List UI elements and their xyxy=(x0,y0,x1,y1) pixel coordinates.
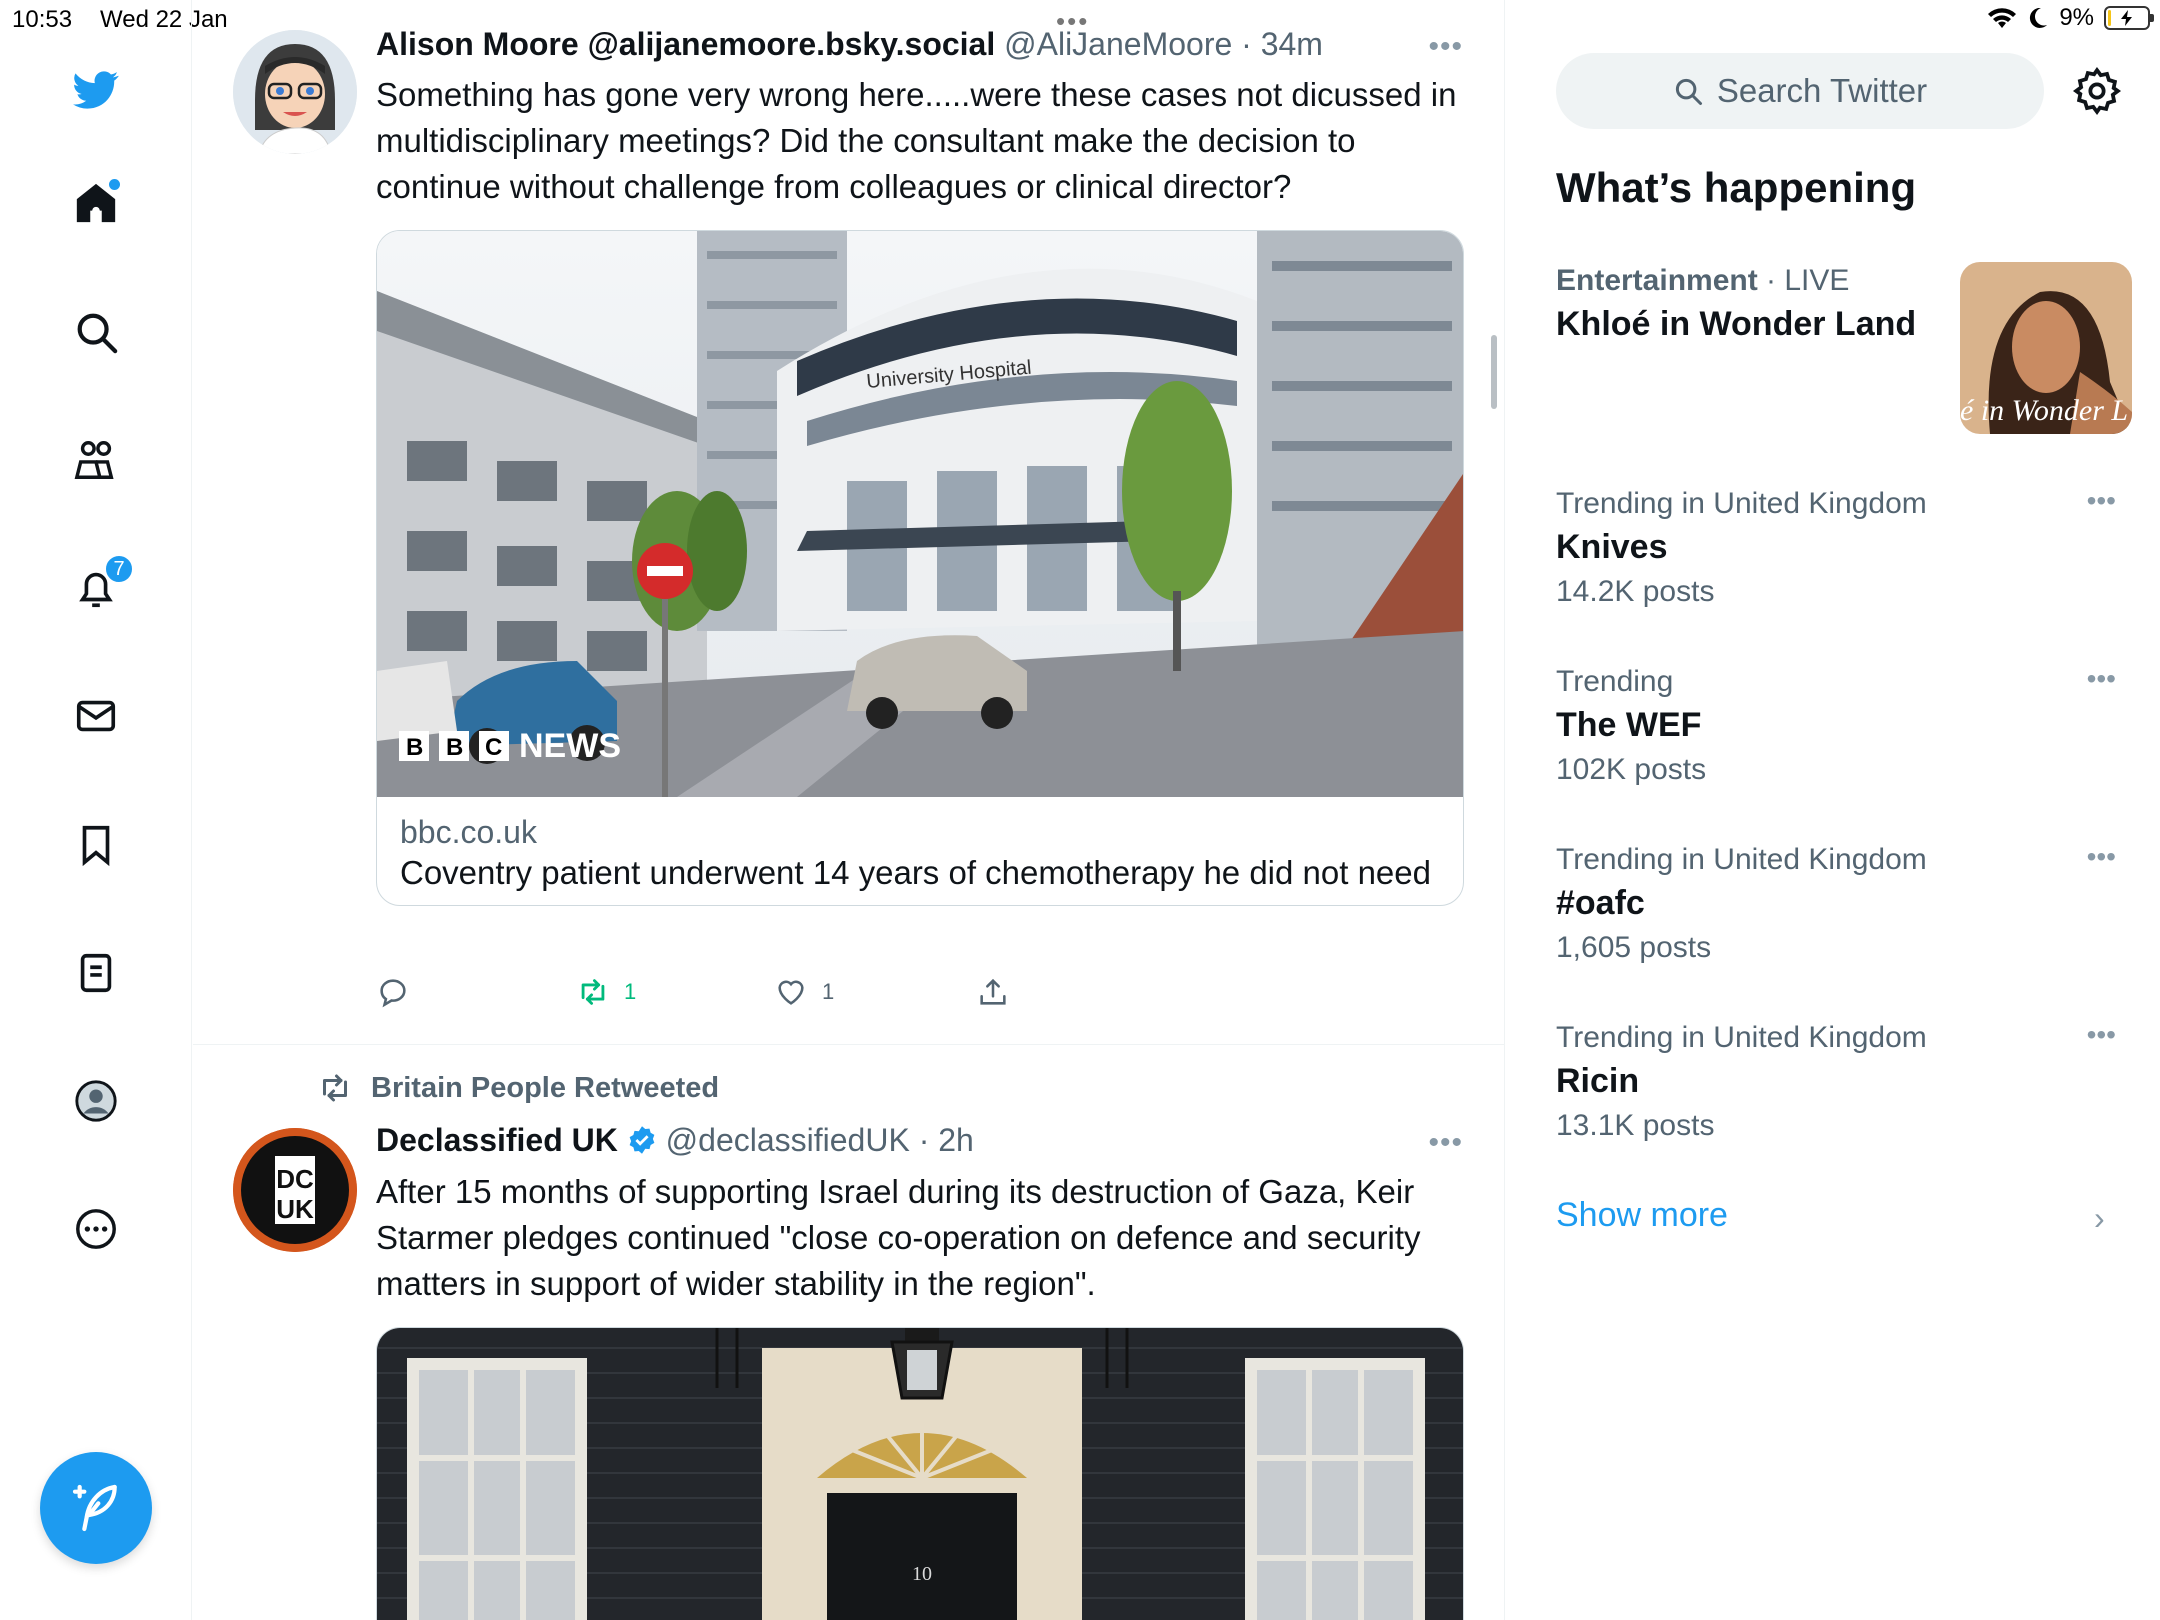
lists-icon[interactable] xyxy=(66,943,126,1003)
like-count: 1 xyxy=(822,979,835,1004)
share-icon xyxy=(980,978,1006,1005)
trend-thumbnail-image: é in Wonder L xyxy=(1960,262,2132,434)
search-placeholder: Search Twitter xyxy=(1716,72,1928,109)
home-unread-dot xyxy=(109,179,120,190)
link-preview-text: bbc.co.uk Coventry patient underwent 14 … xyxy=(377,797,1463,905)
svg-text:UK: UK xyxy=(276,1194,314,1224)
profile-icon[interactable] xyxy=(66,1071,126,1131)
notifications-badge: 7 xyxy=(104,554,134,584)
trend-more-icon[interactable]: ••• xyxy=(2087,841,2116,873)
trend-category: Trending in United Kingdom xyxy=(1556,843,1927,876)
trend-more-icon[interactable]: ••• xyxy=(2087,1019,2116,1051)
trend-item-oafc[interactable]: Trending in United Kingdom #oafc 1,605 p… xyxy=(1556,841,2116,969)
tweet-author-handle[interactable]: @AliJaneMoore xyxy=(1004,26,1232,62)
retweet-context: Britain People Retweeted xyxy=(317,1070,719,1106)
door-number-text: 10 xyxy=(912,1563,932,1585)
svg-text:C: C xyxy=(485,734,502,761)
reply-icon xyxy=(380,979,406,1008)
trend-item-knives[interactable]: Trending in United Kingdom Knives 14.2K … xyxy=(1556,485,2116,613)
tweet-author-handle[interactable]: @declassifiedUK xyxy=(666,1122,910,1158)
tweet-timestamp[interactable]: · 2h xyxy=(919,1122,974,1158)
whats-happening-title: What’s happening xyxy=(1556,164,1917,211)
cartoon-avatar-image xyxy=(233,30,357,154)
svg-text:B: B xyxy=(446,734,463,761)
retweet-button[interactable]: 1 xyxy=(576,975,636,1009)
gear-icon[interactable] xyxy=(2072,66,2122,116)
trend-item-wef[interactable]: Trending The WEF 102K posts ••• xyxy=(1556,663,2116,791)
timeline-feed[interactable]: Alison Moore @alijanemoore.bsky.social @… xyxy=(193,0,1505,1620)
feed-scrollbar[interactable] xyxy=(1491,335,1497,409)
retweet-icon xyxy=(581,979,605,1005)
trend-thumbnail-text: é in Wonder L xyxy=(1960,394,2128,427)
trend-item-ricin[interactable]: Trending in United Kingdom Ricin 13.1K p… xyxy=(1556,1019,2116,1147)
trend-more-icon[interactable]: ••• xyxy=(2087,663,2116,695)
compose-feather-icon xyxy=(72,1484,117,1532)
tweet-author-avatar[interactable] xyxy=(233,30,357,154)
trend-name: #oafc xyxy=(1556,884,1645,922)
tweet-text: After 15 months of supporting Israel dur… xyxy=(376,1173,1421,1302)
tweet-author-name[interactable]: Alison Moore @alijanemoore.bsky.social xyxy=(376,26,995,62)
tweet-actions: 1 1 xyxy=(376,975,1076,1015)
trend-item-khloe[interactable]: Entertainment · LIVE Khloé in Wonder Lan… xyxy=(1556,262,2132,442)
trend-post-count: 14.2K posts xyxy=(1556,575,1715,608)
left-navigation: 7 xyxy=(0,0,192,1620)
tweet-header: Alison Moore @alijanemoore.bsky.social @… xyxy=(376,26,1323,63)
trend-post-count: 102K posts xyxy=(1556,753,1707,786)
link-preview-image: University Hospital B B C NEWS xyxy=(377,231,1463,797)
tweet-more-icon[interactable]: ••• xyxy=(1428,30,1463,64)
tweet-header: Declassified UK @declassifiedUK · 2h xyxy=(376,1122,974,1159)
tweet-more-icon[interactable]: ••• xyxy=(1428,1126,1463,1160)
tweet-timestamp[interactable]: · 34m xyxy=(1241,26,1323,62)
chevron-right-icon[interactable]: › xyxy=(2094,1200,2105,1237)
tweet-author-name[interactable]: Declassified UK xyxy=(376,1122,618,1158)
link-title: Coventry patient underwent 14 years of c… xyxy=(400,854,1431,891)
search-icon[interactable] xyxy=(66,302,126,362)
show-more-link[interactable]: Show more xyxy=(1556,1196,1728,1235)
svg-text:NEWS: NEWS xyxy=(519,727,621,765)
communities-icon[interactable] xyxy=(66,430,126,490)
trend-category: Trending in United Kingdom xyxy=(1556,487,1927,520)
tweet[interactable]: Alison Moore @alijanemoore.bsky.social @… xyxy=(193,0,1504,1044)
notifications-icon[interactable]: 7 xyxy=(66,554,134,618)
link-domain: bbc.co.uk xyxy=(400,814,537,850)
reply-button[interactable] xyxy=(376,975,424,1009)
tweet-author-avatar[interactable]: DC UK xyxy=(233,1128,357,1252)
tweet[interactable]: Britain People Retweeted DC UK Declassif… xyxy=(193,1045,1504,1620)
like-button[interactable]: 1 xyxy=(774,975,834,1009)
trend-category: Trending in United Kingdom xyxy=(1556,1021,1927,1054)
svg-text:DC: DC xyxy=(276,1164,314,1194)
bookmarks-icon[interactable] xyxy=(66,815,126,875)
trend-name: Knives xyxy=(1556,528,1668,566)
heart-icon xyxy=(778,980,804,1005)
trend-name: Ricin xyxy=(1556,1062,1640,1100)
trend-name: The WEF xyxy=(1556,706,1702,744)
retweet-icon xyxy=(323,1074,347,1102)
tweet-media-image[interactable]: 10 xyxy=(376,1327,1464,1620)
compose-tweet-button[interactable] xyxy=(40,1452,152,1564)
search-icon xyxy=(1675,78,1702,105)
more-icon[interactable] xyxy=(66,1199,126,1259)
svg-text:B: B xyxy=(406,734,423,761)
trend-category-label: Entertainment xyxy=(1556,264,1758,297)
tweet-text: Something has gone very wrong here.....w… xyxy=(376,76,1457,205)
retweet-count: 1 xyxy=(624,979,637,1004)
retweeted-by-label[interactable]: Britain People Retweeted xyxy=(371,1072,719,1105)
search-input[interactable]: Search Twitter xyxy=(1556,53,2044,129)
trend-live-label: · LIVE xyxy=(1766,264,1850,297)
twitter-bird-icon[interactable] xyxy=(66,60,126,120)
trend-post-count: 1,605 posts xyxy=(1556,931,1712,964)
verified-badge-icon xyxy=(629,1126,655,1154)
trend-category: Trending xyxy=(1556,665,1674,698)
link-preview-card[interactable]: University Hospital B B C NEWS bbc.co.uk… xyxy=(376,230,1464,906)
trend-post-count: 13.1K posts xyxy=(1556,1109,1715,1142)
share-button[interactable] xyxy=(976,975,1010,1009)
home-icon[interactable] xyxy=(66,173,126,233)
messages-icon[interactable] xyxy=(66,686,126,746)
trend-more-icon[interactable]: ••• xyxy=(2087,485,2116,517)
declassified-uk-logo: DC UK xyxy=(233,1128,357,1252)
right-sidebar: Search Twitter What’s happening Entertai… xyxy=(1506,0,2160,1620)
